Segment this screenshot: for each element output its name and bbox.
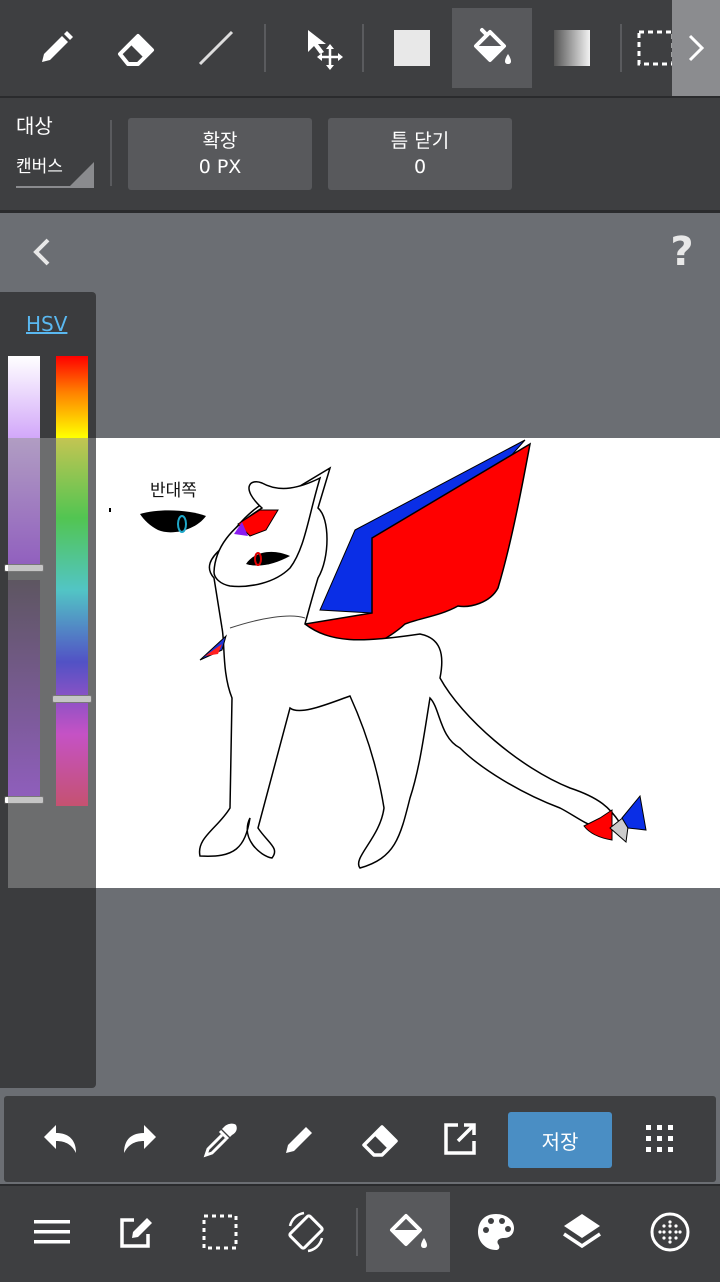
move-tool-button[interactable] — [280, 8, 360, 88]
back-button[interactable] — [20, 230, 64, 274]
line-tool-button[interactable] — [176, 8, 256, 88]
toolbar-divider — [264, 24, 266, 72]
rotate-icon — [288, 1211, 324, 1253]
gap-close-button[interactable]: 틈 닫기 0 — [328, 118, 512, 190]
quick-pen-button[interactable] — [264, 1100, 336, 1178]
selection-icon — [637, 30, 675, 66]
more-tools-button[interactable] — [624, 1100, 696, 1178]
help-button[interactable]: ? — [656, 226, 708, 278]
chevron-left-icon — [33, 238, 50, 266]
options-divider — [110, 120, 112, 186]
dropdown-corner-icon — [70, 162, 94, 186]
toolbar-scroll-right[interactable] — [672, 0, 720, 96]
edit-icon — [120, 1218, 152, 1248]
dotted-circle-icon — [650, 1212, 690, 1252]
expand-label: 확장 — [202, 130, 238, 152]
move-icon — [308, 30, 343, 70]
color-palette-button[interactable] — [454, 1192, 538, 1272]
bucket-menu-button[interactable] — [366, 1192, 450, 1272]
hsv-tab[interactable]: HSV — [26, 312, 67, 336]
panel-shade — [8, 438, 96, 888]
menu-divider — [356, 1208, 358, 1256]
undo-icon — [44, 1125, 76, 1153]
palette-icon — [478, 1214, 514, 1250]
fill-shape-tool-button[interactable] — [372, 8, 452, 88]
gap-close-value: 0 — [413, 156, 427, 178]
export-button[interactable] — [424, 1100, 496, 1178]
chevron-right-icon — [688, 34, 705, 62]
quick-eraser-button[interactable] — [344, 1100, 416, 1178]
drawing-canvas[interactable]: 반대쪽 — [0, 438, 720, 888]
bucket-icon — [390, 1214, 427, 1248]
gradient-icon — [554, 30, 590, 66]
annotation-text: 반대쪽 — [150, 481, 197, 501]
selection-icon — [202, 1214, 238, 1250]
fill-shape-icon — [394, 30, 430, 66]
save-button[interactable]: 저장 — [508, 1112, 612, 1168]
external-link-icon — [444, 1123, 476, 1155]
layers-button[interactable] — [540, 1192, 624, 1272]
line-icon — [198, 30, 234, 66]
rotate-canvas-button[interactable] — [264, 1192, 348, 1272]
eraser-icon — [118, 34, 154, 66]
hamburger-icon — [34, 1220, 70, 1244]
select-menu-button[interactable] — [178, 1192, 262, 1272]
gradient-tool-button[interactable] — [532, 8, 612, 88]
pen-icon — [286, 1127, 312, 1153]
dropdown-underline — [16, 186, 94, 188]
toolbar-divider — [620, 24, 622, 72]
redo-button[interactable] — [104, 1100, 176, 1178]
eraser-icon — [362, 1125, 398, 1157]
pen-icon — [42, 31, 73, 62]
target-dropdown[interactable]: 캔버스 — [16, 152, 63, 177]
pen-tool-button[interactable] — [16, 8, 96, 88]
menu-button[interactable] — [10, 1192, 94, 1272]
edit-button[interactable] — [94, 1192, 178, 1272]
brush-settings-button[interactable] — [628, 1192, 712, 1272]
bucket-icon — [474, 28, 511, 64]
layers-icon — [563, 1214, 601, 1249]
eyedropper-button[interactable] — [184, 1100, 256, 1178]
eyedropper-icon — [203, 1123, 237, 1158]
bucket-tool-button[interactable] — [452, 8, 532, 88]
grid-dots-icon — [646, 1125, 673, 1152]
eraser-tool-button[interactable] — [96, 8, 176, 88]
expand-value: 0 PX — [198, 156, 242, 178]
target-label: 대상 — [16, 114, 53, 138]
gap-close-label: 틈 닫기 — [390, 130, 450, 152]
toolbar-divider — [362, 24, 364, 72]
expand-button[interactable]: 확장 0 PX — [128, 118, 312, 190]
artwork: 반대쪽 — [109, 439, 647, 869]
undo-button[interactable] — [24, 1100, 96, 1178]
redo-icon — [124, 1125, 156, 1153]
